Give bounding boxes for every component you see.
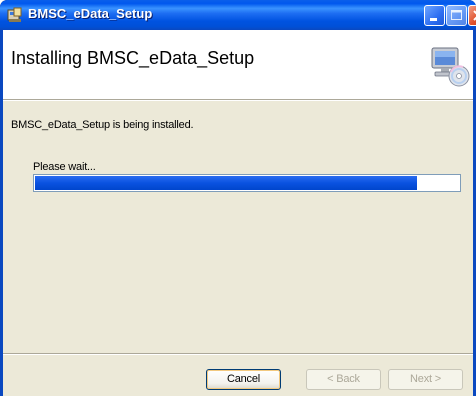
title-bar[interactable]: BMSC_eData_Setup <box>0 0 476 30</box>
installer-icon <box>7 7 23 23</box>
footer-divider-highlight <box>3 354 473 355</box>
maximize-icon <box>451 10 462 20</box>
wait-text: Please wait... <box>33 161 96 173</box>
close-button[interactable] <box>468 5 476 26</box>
maximize-button[interactable] <box>446 5 467 26</box>
dialog-header: Installing BMSC_eData_Setup <box>3 30 473 100</box>
window-title: BMSC_eData_Setup <box>28 6 153 21</box>
header-divider <box>3 100 473 101</box>
progress-fill <box>35 176 417 190</box>
page-title: Installing BMSC_eData_Setup <box>11 48 255 68</box>
installer-window: BMSC_eData_Setup Installing BMSC_eData_S… <box>0 0 476 396</box>
progress-bar <box>33 174 461 192</box>
minimize-button[interactable] <box>424 5 445 26</box>
dialog-body: Installing BMSC_eData_Setup BMSC_eData_S… <box>3 30 473 396</box>
next-button[interactable]: Next > <box>388 369 463 390</box>
minimize-icon <box>430 18 437 21</box>
status-text: BMSC_eData_Setup is being installed. <box>11 119 194 131</box>
cancel-button[interactable]: Cancel <box>206 369 281 390</box>
back-button[interactable]: < Back <box>306 369 381 390</box>
close-icon <box>473 10 476 21</box>
computer-cd-icon <box>429 44 471 88</box>
